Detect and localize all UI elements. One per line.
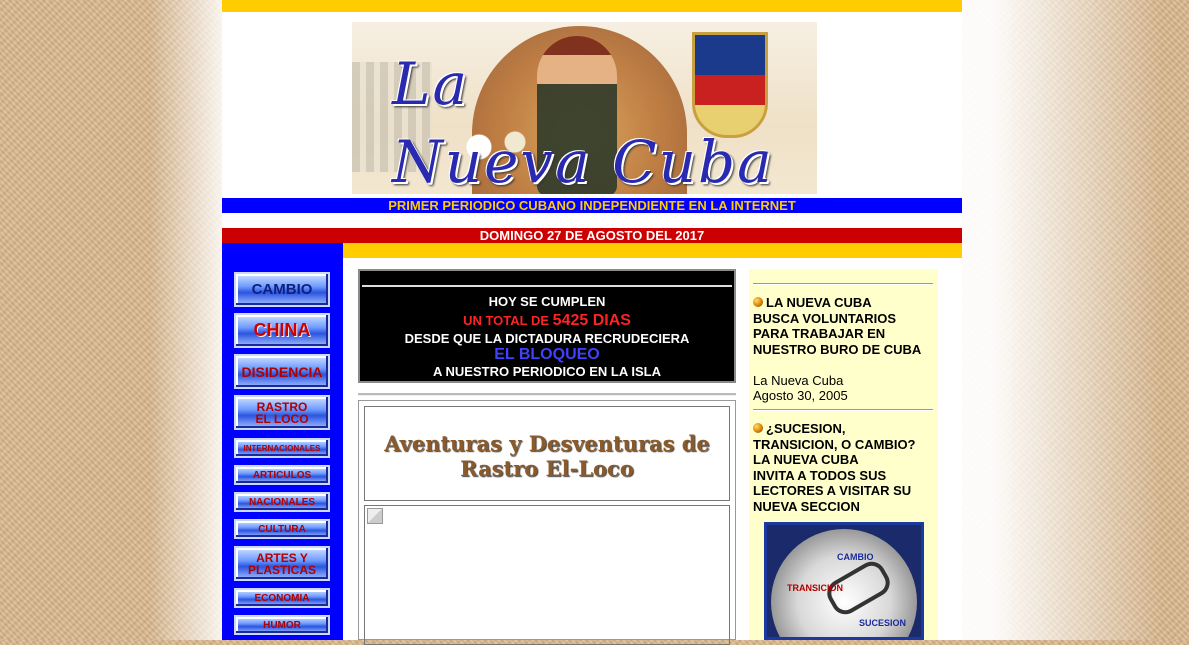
article-section: Aventuras y Desventuras de Rastro El-Loc… <box>358 400 736 645</box>
background-fade-right <box>962 0 1162 640</box>
news2-line2: TRANSICION, O CAMBIO? <box>753 436 916 452</box>
news2-line5: LECTORES A VISITAR SU <box>753 483 912 498</box>
news1-line1: LA NUEVA CUBA <box>766 295 872 310</box>
article-image-frame[interactable] <box>364 505 730 645</box>
nav-button-cambio[interactable]: CAMBIO <box>234 272 330 307</box>
nav-button-cultura[interactable]: CULTURA <box>234 519 330 539</box>
counter-line1: HOY SE CUMPLEN <box>488 294 606 309</box>
article-title-line1: Aventuras y Desventuras de <box>384 431 710 456</box>
orange-bullet-icon <box>753 297 763 307</box>
counter-prefix: UN TOTAL DE <box>463 313 550 328</box>
masthead-title-line1: La <box>392 50 470 118</box>
news-item-sucesion[interactable]: ¿SUCESION, TRANSICION, O CAMBIO? LA NUEV… <box>753 421 936 514</box>
counter-divider <box>362 285 732 287</box>
page-container: La Nueva Cuba PRIMER PERIODICO CUBANO IN… <box>222 0 962 645</box>
news2-line1: ¿SUCESION, <box>766 421 846 436</box>
nav-button-nacionales[interactable]: NACIONALES <box>234 492 330 512</box>
news2-line3: LA NUEVA CUBA <box>753 452 859 467</box>
promo-label-sucesion: SUCESION <box>859 618 907 628</box>
nav-button-china[interactable]: CHINA <box>234 313 330 348</box>
sidebar-nav: CAMBIO CHINA DISIDENCIA RASTRO EL LOCO I… <box>222 243 343 640</box>
nav-button-disidencia[interactable]: DISIDENCIA <box>234 354 330 389</box>
broken-image-icon <box>367 508 383 524</box>
news2-line4: INVITA A TODOS SUS <box>753 467 887 483</box>
right-news-column: LA NUEVA CUBA BUSCA VOLUNTARIOS PARA TRA… <box>749 269 938 640</box>
article-title-line2: Rastro El-Loco <box>460 456 634 481</box>
masthead-logo[interactable]: La Nueva Cuba <box>352 22 817 194</box>
masthead-title-line2: Nueva Cuba <box>392 128 774 194</box>
nav-button-articulos[interactable]: ARTICULOS <box>234 465 330 485</box>
content-yellow-strip <box>343 243 962 258</box>
blockade-counter-box: HOY SE CUMPLEN UN TOTAL DE 5425 DIAS DES… <box>358 269 736 383</box>
tagline-banner: PRIMER PERIODICO CUBANO INDEPENDIENTE EN… <box>222 198 962 213</box>
nav-button-internacionales[interactable]: INTERNACIONALES <box>234 438 330 458</box>
counter-line2: UN TOTAL DE 5425 DIAS <box>360 312 734 330</box>
right-divider-1 <box>753 283 933 285</box>
news1-line3: PARA TRABAJAR EN <box>753 326 886 341</box>
news-item-volunteers[interactable]: LA NUEVA CUBA BUSCA VOLUNTARIOS PARA TRA… <box>753 295 936 404</box>
nav-button-economia[interactable]: ECONOMIA <box>234 588 330 608</box>
promo-label-cambio: CAMBIO <box>837 552 874 562</box>
news1-line4: NUESTRO BURO DE CUBA <box>753 341 922 357</box>
news1-date: Agosto 30, 2005 <box>753 388 848 403</box>
cuban-coat-of-arms-icon <box>692 32 768 138</box>
date-banner: DOMINGO 27 DE AGOSTO DEL 2017 <box>222 228 962 243</box>
news1-line2: BUSCA VOLUNTARIOS <box>753 310 896 326</box>
news1-source: La Nueva Cuba <box>753 372 844 388</box>
counter-line5: A NUESTRO PERIODICO EN LA ISLA <box>433 364 661 379</box>
right-divider-2 <box>753 409 933 411</box>
counter-bloqueo: EL BLOQUEO <box>494 346 600 363</box>
background-fade-left <box>150 0 222 640</box>
news2-line6: NUEVA SECCION <box>753 498 860 514</box>
counter-days: 5425 DIAS <box>552 312 631 329</box>
orange-bullet-icon <box>753 423 763 433</box>
sucesion-transicion-cambio-image[interactable]: CAMBIO TRANSICION SUCESION <box>764 522 924 640</box>
content-divider <box>358 393 736 396</box>
promo-label-transicion: TRANSICION <box>787 583 843 593</box>
nav-button-humor[interactable]: HUMOR <box>234 615 330 635</box>
top-yellow-bar <box>222 0 962 12</box>
nav-button-artes-y-plasticas[interactable]: ARTES Y PLASTICAS <box>234 546 330 581</box>
article-title-frame[interactable]: Aventuras y Desventuras de Rastro El-Loc… <box>364 406 730 501</box>
article-title: Aventuras y Desventuras de Rastro El-Loc… <box>365 431 729 481</box>
nav-button-rastro-el-loco[interactable]: RASTRO EL LOCO <box>234 395 330 430</box>
counter-line3: DESDE QUE LA DICTADURA RECRUDECIERA <box>404 331 690 346</box>
